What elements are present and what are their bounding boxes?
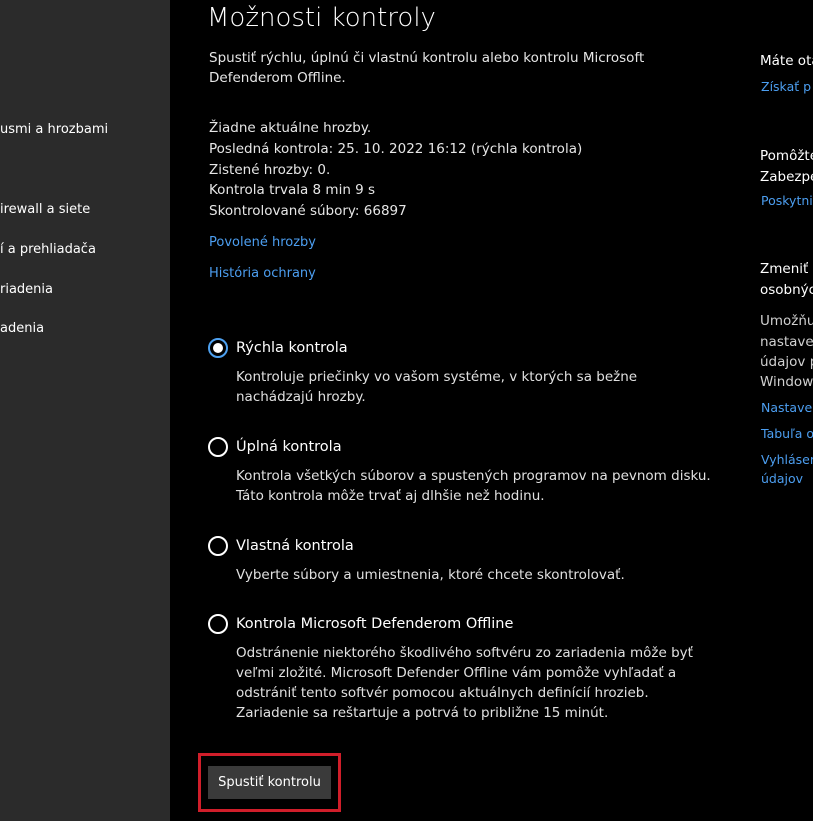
status-threats-found: Zistené hrozby: 0. (209, 161, 331, 178)
offline-scan-radio[interactable] (208, 614, 228, 634)
page-description: Spustiť rýchlu, úplnú či vlastnú kontrol… (209, 50, 645, 86)
page-title: Možnosti kontroly (207, 3, 436, 33)
improve-heading-line2: Zabezpe (760, 169, 813, 185)
option-offline-scan: Kontrola Microsoft Defenderom Offline Od… (208, 614, 716, 723)
custom-scan-description: Vyberte súbory a umiestnenia, ktoré chce… (236, 567, 625, 583)
privacy-body-line3: údajov p (760, 354, 813, 370)
sidebar-item-device-performance[interactable]: adenia (0, 321, 44, 336)
quick-scan-description: Kontroluje priečinky vo vašom systéme, v… (236, 369, 638, 405)
allowed-threats-link[interactable]: Povolené hrozby (209, 235, 316, 250)
custom-scan-radio[interactable] (208, 536, 228, 556)
option-full-scan: Úplná kontrola Kontrola všetkých súborov… (208, 437, 716, 506)
improve-heading-line1: Pomôžte (760, 148, 813, 164)
scan-status: Žiadne aktuálne hrozby. Posledná kontrol… (209, 118, 582, 222)
privacy-statement-link-line2[interactable]: údajov (761, 469, 803, 489)
quick-scan-radio-row[interactable]: Rýchla kontrola (208, 338, 716, 358)
offline-scan-radio-row[interactable]: Kontrola Microsoft Defenderom Offline (208, 614, 716, 634)
quick-scan-label[interactable]: Rýchla kontrola (236, 340, 348, 356)
quick-scan-radio[interactable] (208, 338, 228, 358)
full-scan-label[interactable]: Úplná kontrola (236, 439, 342, 455)
privacy-body-line1: Umožňu (760, 313, 813, 329)
sidebar-item-device-security[interactable]: riadenia (0, 282, 53, 297)
option-quick-scan: Rýchla kontrola Kontroluje priečinky vo … (208, 338, 716, 407)
sidebar-item-app-browser[interactable]: í a prehliadača (0, 242, 96, 257)
privacy-settings-link[interactable]: Nastaver (761, 398, 813, 418)
offline-scan-description: Odstránenie niektorého škodlivého softvé… (236, 645, 693, 721)
custom-scan-radio-row[interactable]: Vlastná kontrola (208, 536, 716, 556)
custom-scan-label[interactable]: Vlastná kontrola (236, 538, 354, 554)
privacy-statement-link[interactable]: Vyhláser (761, 450, 813, 470)
sidebar-item-firewall-network[interactable]: irewall a siete (0, 202, 90, 217)
offline-scan-label[interactable]: Kontrola Microsoft Defenderom Offline (236, 616, 513, 632)
status-files-scanned: Skontrolované súbory: 66897 (209, 203, 407, 220)
privacy-heading-line1: Zmeniť (760, 261, 809, 277)
right-panel: Máte ota Získať p Pomôžte Zabezpe Poskyt… (750, 0, 813, 821)
help-heading: Máte ota (760, 53, 813, 69)
status-scan-duration: Kontrola trvala 8 min 9 s (209, 182, 376, 199)
give-feedback-link[interactable]: Poskytni (761, 191, 813, 211)
protection-history-link[interactable]: História ochrany (209, 266, 316, 281)
status-no-threats: Žiadne aktuálne hrozby. (209, 120, 372, 136)
start-scan-button[interactable]: Spustiť kontrolu (208, 766, 331, 799)
main-content: Možnosti kontroly Spustiť rýchlu, úplnú … (170, 0, 750, 821)
privacy-body-line4: Window (760, 374, 813, 390)
privacy-heading-line2: osobnýc (760, 282, 813, 298)
sidebar-item-virus-threat-protection[interactable]: usmi a hrozbami (0, 122, 108, 137)
privacy-dashboard-link[interactable]: Tabuľa o (761, 424, 813, 444)
full-scan-radio[interactable] (208, 437, 228, 457)
get-help-link[interactable]: Získať p (761, 77, 811, 97)
sidebar: usmi a hrozbami irewall a siete í a preh… (0, 0, 170, 821)
full-scan-description: Kontrola všetkých súborov a spustených p… (236, 468, 711, 504)
status-last-scan: Posledná kontrola: 25. 10. 2022 16:12 (r… (209, 140, 583, 157)
privacy-body-line2: nastaver (760, 334, 813, 350)
full-scan-radio-row[interactable]: Úplná kontrola (208, 437, 716, 457)
option-custom-scan: Vlastná kontrola Vyberte súbory a umiest… (208, 536, 716, 585)
